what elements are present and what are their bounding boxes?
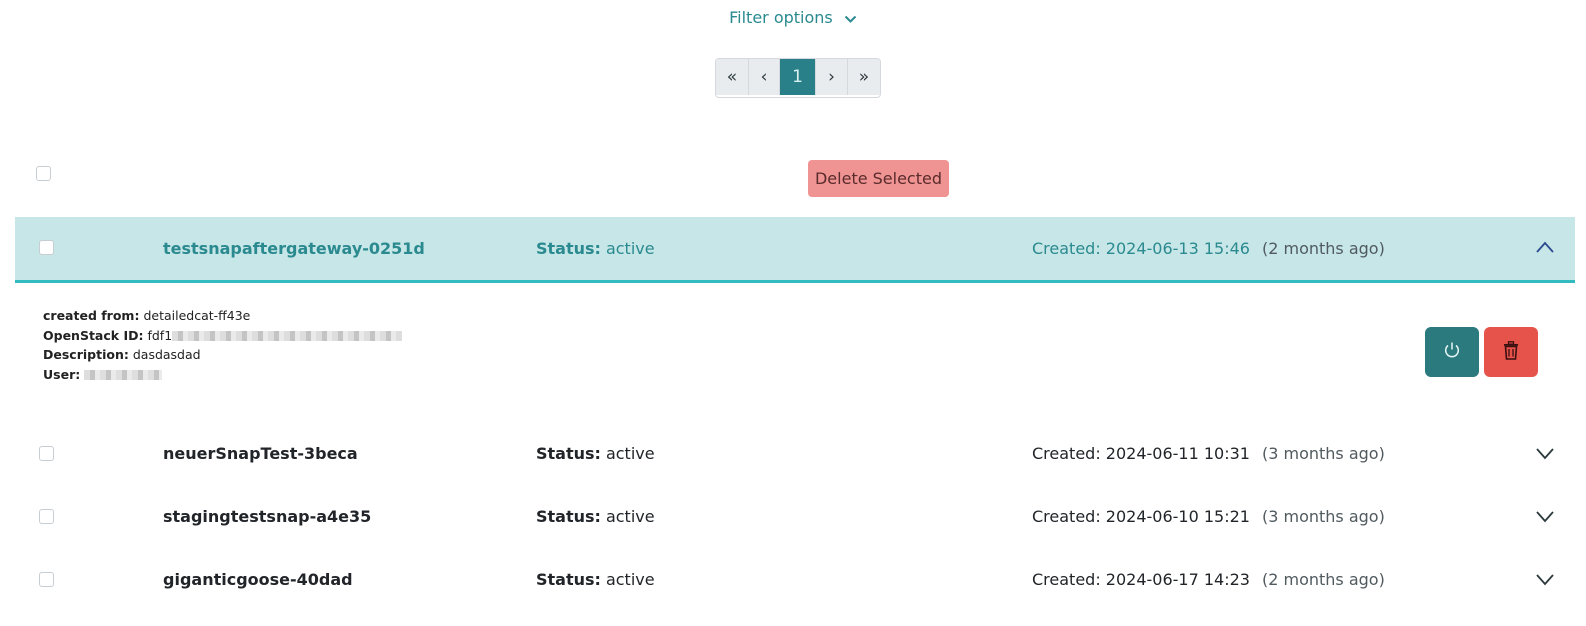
detail-description: Description: dasdasdad <box>43 345 402 365</box>
detail-openstack-id: OpenStack ID: fdf1 <box>43 326 403 346</box>
next-page-button[interactable]: › <box>816 59 848 95</box>
snapshot-status: Status: active <box>536 217 655 280</box>
snapshot-status: Status: active <box>536 485 655 548</box>
row-checkbox[interactable] <box>39 446 54 461</box>
created-relative: (2 months ago) <box>1261 570 1385 589</box>
status-label: Status: <box>536 507 601 526</box>
detail-value: dasdasdad <box>132 347 201 362</box>
snapshot-status: Status: active <box>536 422 655 485</box>
snapshot-row[interactable]: neuerSnapTest-3beca Status: active Creat… <box>15 422 1575 485</box>
status-value: active <box>605 444 655 463</box>
created-relative: (2 months ago) <box>1261 239 1385 258</box>
chevron-up-icon[interactable] <box>1535 239 1555 258</box>
row-checkbox[interactable] <box>39 509 54 524</box>
detail-value: fdf1 <box>147 327 173 343</box>
row-checkbox[interactable] <box>39 572 54 587</box>
status-label: Status: <box>536 570 601 589</box>
snapshot-row[interactable]: giganticgoose-40dad Status: active Creat… <box>15 548 1575 611</box>
snapshot-created: Created: 2024-06-10 15:21 (3 months ago) <box>1032 485 1385 548</box>
detail-label: OpenStack ID: <box>43 327 144 343</box>
created-relative: (3 months ago) <box>1261 507 1385 526</box>
status-label: Status: <box>536 444 601 463</box>
delete-button[interactable] <box>1484 327 1538 377</box>
power-icon <box>1443 341 1461 363</box>
redacted-value <box>172 331 403 341</box>
trash-icon <box>1503 340 1519 364</box>
snapshot-row[interactable]: stagingtestsnap-a4e35 Status: active Cre… <box>15 485 1575 548</box>
snapshot-details: created from: detailedcat-ff43e OpenStac… <box>43 306 403 385</box>
filter-options-toggle[interactable]: Filter options <box>0 8 1586 28</box>
snapshot-name[interactable]: neuerSnapTest-3beca <box>163 422 358 485</box>
pagination: « ‹ 1 › » <box>715 58 881 98</box>
status-value: active <box>605 239 655 258</box>
row-checkbox[interactable] <box>39 240 54 255</box>
redacted-value <box>84 370 163 380</box>
created-timestamp: Created: 2024-06-13 15:46 <box>1032 239 1250 258</box>
snapshot-created: Created: 2024-06-13 15:46 (2 months ago) <box>1032 217 1385 280</box>
start-button[interactable] <box>1425 327 1479 377</box>
created-timestamp: Created: 2024-06-11 10:31 <box>1032 444 1250 463</box>
first-page-button[interactable]: « <box>716 59 749 95</box>
status-label: Status: <box>536 239 601 258</box>
page-1-button[interactable]: 1 <box>780 59 816 95</box>
last-page-button[interactable]: » <box>848 59 880 95</box>
chevron-down-icon[interactable] <box>1535 509 1555 528</box>
snapshot-name[interactable]: testsnapaftergateway-0251d <box>163 217 425 280</box>
status-value: active <box>605 570 655 589</box>
detail-label: User: <box>43 366 81 382</box>
chevron-down-icon[interactable] <box>1535 572 1555 591</box>
snapshot-status: Status: active <box>536 548 655 611</box>
chevron-down-icon[interactable] <box>1535 446 1555 465</box>
chevron-down-icon <box>844 9 857 28</box>
prev-page-button[interactable]: ‹ <box>749 59 780 95</box>
filter-options-label: Filter options <box>729 8 833 27</box>
detail-user: User: <box>43 365 402 385</box>
snapshot-name[interactable]: stagingtestsnap-a4e35 <box>163 485 371 548</box>
select-all-checkbox[interactable] <box>36 166 51 181</box>
snapshot-row[interactable]: testsnapaftergateway-0251d Status: activ… <box>15 217 1575 283</box>
status-value: active <box>605 507 655 526</box>
snapshot-created: Created: 2024-06-17 14:23 (2 months ago) <box>1032 548 1385 611</box>
delete-selected-button[interactable]: Delete Selected <box>808 160 949 197</box>
snapshot-name[interactable]: giganticgoose-40dad <box>163 548 353 611</box>
created-relative: (3 months ago) <box>1261 444 1385 463</box>
created-timestamp: Created: 2024-06-10 15:21 <box>1032 507 1250 526</box>
snapshot-created: Created: 2024-06-11 10:31 (3 months ago) <box>1032 422 1385 485</box>
created-timestamp: Created: 2024-06-17 14:23 <box>1032 570 1250 589</box>
detail-value: detailedcat-ff43e <box>143 308 251 323</box>
detail-label: created from: <box>43 308 140 323</box>
detail-created-from: created from: detailedcat-ff43e <box>43 306 402 326</box>
detail-label: Description: <box>43 347 129 362</box>
